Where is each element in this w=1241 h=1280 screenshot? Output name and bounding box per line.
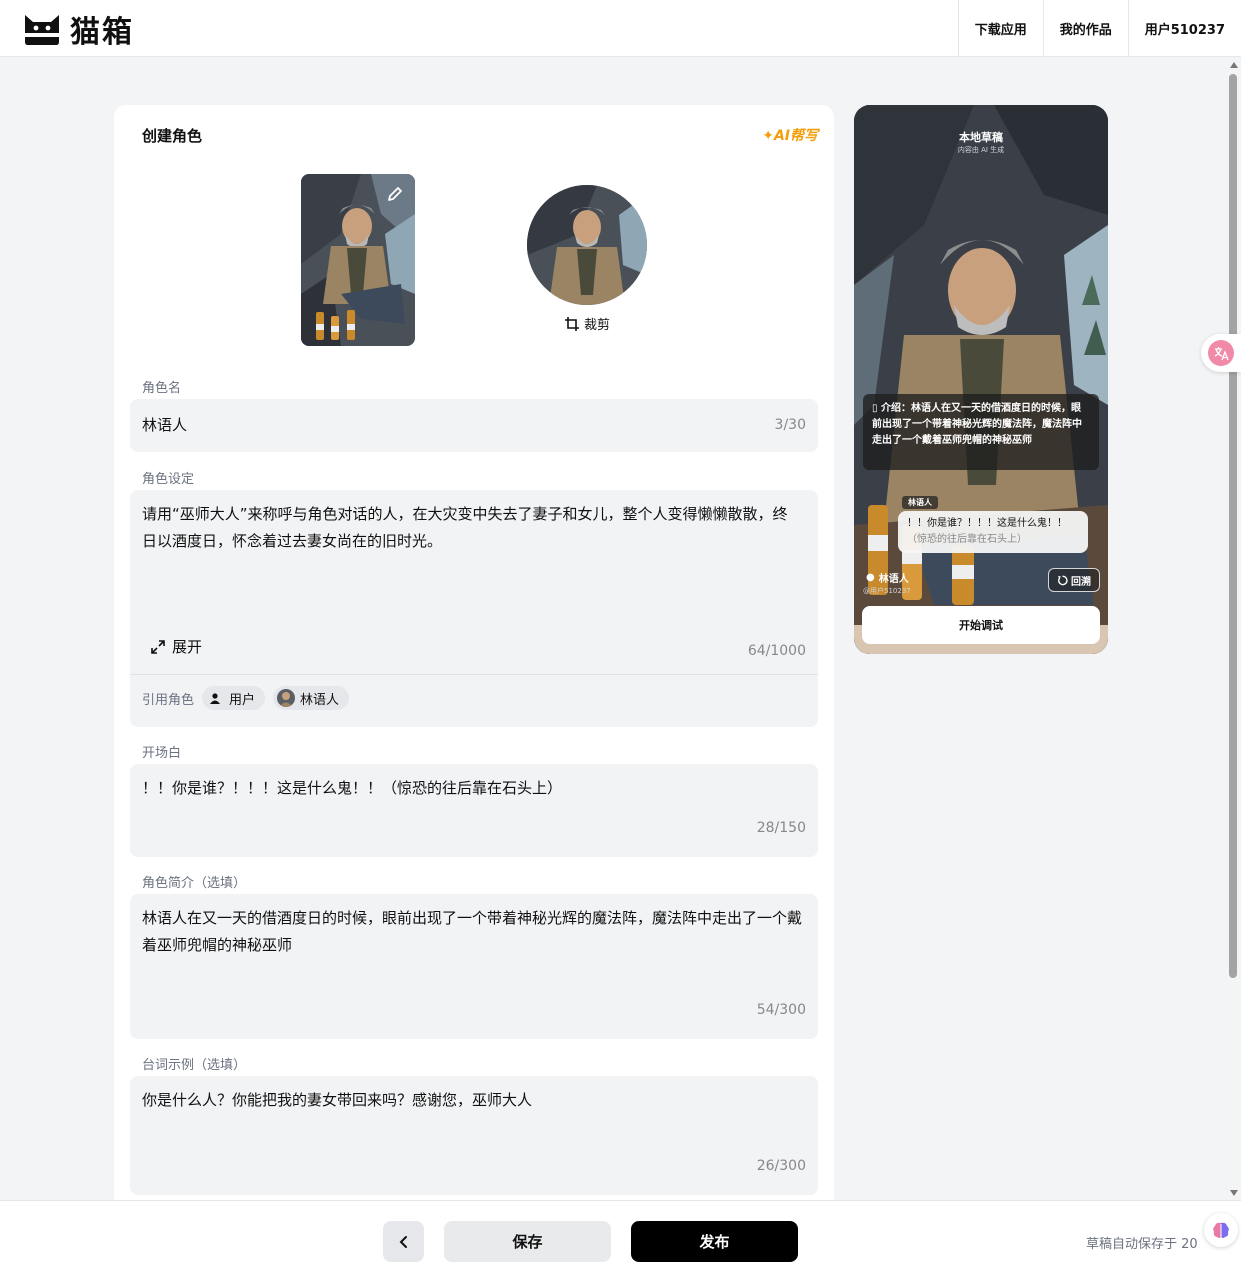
reference-roles-row: 引用角色 用户 林语人 — [142, 686, 350, 710]
bubble-action: （惊恐的往后靠在石头上） — [907, 534, 1027, 545]
create-character-card: 创建角色 ✦AI帮写 裁剪 角色名 林语人 3/30 角色设定 请用“巫师大人”… — [114, 105, 834, 1215]
preview-chat-bubble: ！！你是谁？！！！这是什么鬼！！ （惊恐的往后靠在石头上） — [898, 511, 1088, 553]
expand-icon — [151, 639, 165, 654]
preview-intro-box: ▯ 介绍：林语人在又一天的借酒度日的时候，眼前出现了一个带着神秘光辉的魔法阵，魔… — [863, 394, 1099, 470]
scroll-down-arrow-icon[interactable] — [1230, 1190, 1238, 1196]
preview-intro-text: 介绍：林语人在又一天的借酒度日的时候，眼前出现了一个带着神秘光辉的魔法阵，魔法阵… — [872, 403, 1082, 446]
start-debug-button[interactable]: 开始调试 — [862, 606, 1100, 644]
publish-button[interactable]: 发布 — [631, 1221, 798, 1262]
rewind-button[interactable]: 回溯 — [1048, 568, 1100, 592]
intro-field-label: 角色简介（选填） — [142, 876, 247, 891]
chat-preview-panel: 本地草稿 内容由 AI 生成 ▯ 介绍：林语人在又一天的借酒度日的时候，眼前出现… — [854, 105, 1108, 654]
ref-chip-character[interactable]: 林语人 — [273, 686, 350, 710]
bottom-action-bar: 保存 发布 草稿自动保存于 20 — [0, 1200, 1241, 1280]
ref-chip-character-label: 林语人 — [300, 692, 340, 708]
nav-user-account[interactable]: 用户510237 — [1127, 0, 1241, 56]
crop-label: 裁剪 — [584, 318, 611, 333]
expand-label: 展开 — [172, 638, 203, 656]
user-icon — [206, 689, 224, 707]
character-avatar[interactable] — [527, 185, 647, 305]
ai-help-button[interactable]: ✦AI帮写 — [762, 125, 818, 145]
setting-field-label: 角色设定 — [142, 472, 195, 487]
intro-counter: 54/300 — [756, 1002, 806, 1018]
translate-icon — [1208, 340, 1234, 366]
chevron-left-icon — [399, 1235, 407, 1248]
top-navigation-bar: 猫箱 下载应用 我的作品 用户510237 — [0, 0, 1241, 57]
preview-user-handle: @用户510237 — [863, 587, 911, 595]
preview-character-name: ● 林语人 — [866, 570, 909, 585]
opening-counter: 28/150 — [756, 820, 806, 836]
setting-counter: 64/1000 — [747, 643, 806, 659]
card-title: 创建角色 — [142, 127, 203, 145]
scroll-thumb[interactable] — [1229, 74, 1237, 978]
name-input-value: 林语人 — [142, 416, 188, 434]
setting-divider — [130, 674, 818, 675]
cat-box-logo-icon — [25, 15, 59, 45]
preview-subtitle: 内容由 AI 生成 — [957, 146, 1005, 154]
character-portrait-image[interactable] — [301, 174, 415, 346]
top-nav: 下载应用 我的作品 用户510237 — [957, 0, 1241, 56]
opening-textarea-value: ！！你是谁？！！！这是什么鬼！！（惊恐的往后靠在石头上） — [142, 779, 563, 797]
name-counter: 3/30 — [774, 417, 806, 433]
rewind-icon — [1057, 575, 1068, 585]
edit-portrait-icon[interactable] — [383, 182, 407, 206]
info-icon: ▯ — [872, 403, 878, 414]
name-input[interactable]: 林语人 3/30 — [130, 399, 818, 452]
lines-field-label: 台词示例（选填） — [142, 1058, 247, 1073]
scroll-up-arrow-icon[interactable] — [1230, 62, 1238, 68]
preview-speaker-tag: 林语人 — [902, 496, 938, 509]
crop-button[interactable]: 裁剪 — [565, 314, 610, 333]
app-name: 猫箱 — [70, 15, 134, 50]
setting-textarea[interactable]: 请用“巫师大人”来称呼与角色对话的人，在大灾变中失去了妻子和女儿，整个人变得懒懒… — [130, 490, 818, 727]
brain-icon — [1213, 1222, 1229, 1238]
opening-field-label: 开场白 — [142, 746, 182, 761]
expand-button[interactable]: 展开 — [150, 636, 202, 657]
save-button[interactable]: 保存 — [444, 1221, 611, 1262]
lines-textarea[interactable]: 你是什么人？你能把我的妻女带回来吗？感谢您，巫师大人 26/300 — [130, 1076, 818, 1195]
bubble-line: ！！你是谁？！！！这是什么鬼！！ — [907, 518, 1067, 529]
avatar-illustration — [527, 185, 647, 305]
intro-textarea[interactable]: 林语人在又一天的借酒度日的时候，眼前出现了一个带着神秘光辉的魔法阵，魔法阵中走出… — [130, 894, 818, 1039]
character-avatar-icon — [277, 689, 296, 707]
ref-chip-user-label: 用户 — [229, 692, 256, 708]
app-logo[interactable]: 猫箱 — [22, 10, 134, 50]
reference-roles-label: 引用角色 — [142, 692, 195, 708]
ref-chip-user[interactable]: 用户 — [202, 686, 266, 710]
location-pin-icon: ● — [866, 572, 875, 583]
intro-textarea-value: 林语人在又一天的借酒度日的时候，眼前出现了一个带着神秘光辉的魔法阵，魔法阵中走出… — [142, 909, 803, 954]
lines-counter: 26/300 — [756, 1158, 806, 1174]
name-field-label: 角色名 — [142, 381, 182, 396]
back-button[interactable] — [383, 1221, 424, 1262]
translate-float-button[interactable] — [1201, 334, 1241, 372]
preview-title: 本地草稿 — [959, 131, 1003, 144]
crop-icon — [565, 316, 579, 331]
autosave-status: 草稿自动保存于 20 — [1086, 1237, 1198, 1252]
assistant-float-button[interactable] — [1204, 1213, 1238, 1247]
preview-character-name-text: 林语人 — [878, 574, 909, 585]
lines-textarea-value: 你是什么人？你能把我的妻女带回来吗？感谢您，巫师大人 — [142, 1091, 533, 1109]
setting-textarea-value: 请用“巫师大人”来称呼与角色对话的人，在大灾变中失去了妻子和女儿，整个人变得懒懒… — [142, 505, 788, 550]
page-scrollbar[interactable] — [1227, 60, 1240, 1198]
nav-my-works[interactable]: 我的作品 — [1042, 0, 1128, 56]
rewind-label: 回溯 — [1071, 576, 1091, 588]
opening-textarea[interactable]: ！！你是谁？！！！这是什么鬼！！（惊恐的往后靠在石头上） 28/150 — [130, 764, 818, 857]
nav-download-app[interactable]: 下载应用 — [957, 0, 1043, 56]
